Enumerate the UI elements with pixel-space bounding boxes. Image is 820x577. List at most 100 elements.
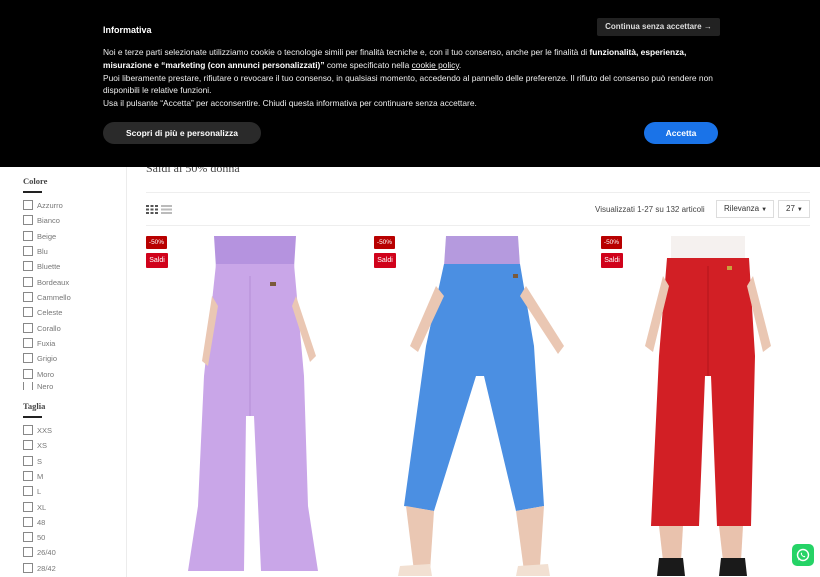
checkbox[interactable]: [23, 547, 33, 557]
accept-button[interactable]: Accetta: [644, 122, 718, 144]
results-count: Visualizzati 1-27 su 132 articoli: [595, 205, 705, 214]
product-card[interactable]: -50% Saldi: [374, 236, 594, 577]
sort-select[interactable]: Rilevanza ▼: [716, 200, 774, 218]
filter-option-color[interactable]: Beige: [23, 230, 56, 242]
filter-option-color[interactable]: Bluette: [23, 260, 60, 272]
checkbox[interactable]: [23, 486, 33, 496]
filter-option-color[interactable]: Blu: [23, 245, 48, 257]
filter-option-size[interactable]: XXS: [23, 424, 52, 436]
checkbox[interactable]: [23, 532, 33, 542]
whatsapp-glyph: [796, 548, 810, 562]
filter-option-label: 28/42: [37, 563, 56, 573]
filter-title-underline: [23, 191, 42, 193]
filter-option-label: M: [37, 471, 44, 481]
checkbox[interactable]: [23, 382, 33, 390]
cookie-banner-text: Noi e terze parti selezionate utilizziam…: [103, 46, 713, 110]
cookie-text-intro: Noi e terze parti selezionate utilizziam…: [103, 47, 590, 57]
sale-badge: Saldi: [374, 253, 396, 268]
product-image[interactable]: [374, 236, 594, 577]
checkbox[interactable]: [23, 246, 33, 256]
product-listing: Saldi al 50% donna Visualizzati 1-27 su …: [127, 161, 820, 577]
filter-option-color[interactable]: Nero: [23, 382, 53, 390]
checkbox[interactable]: [23, 425, 33, 435]
filter-option-label: L: [37, 486, 42, 496]
discount-badge: -50%: [146, 236, 167, 249]
filter-option-label: 26/40: [37, 547, 56, 557]
cookie-text-mid: come specificato nella: [324, 59, 412, 70]
filter-option-color[interactable]: Cammello: [23, 291, 71, 303]
discount-badge: -50%: [374, 236, 395, 249]
filter-option-label: Beige: [37, 231, 57, 241]
filter-option-label: Corallo: [37, 323, 61, 333]
filter-option-label: Bluette: [37, 261, 61, 271]
checkbox[interactable]: [23, 323, 33, 333]
filter-option-size[interactable]: 28/42: [23, 562, 56, 574]
cookie-policy-link[interactable]: cookie policy: [412, 60, 459, 70]
checkbox[interactable]: [23, 338, 33, 348]
checkbox[interactable]: [23, 369, 33, 379]
checkbox[interactable]: [23, 261, 33, 271]
list-view-icon[interactable]: [161, 205, 172, 214]
product-image[interactable]: [146, 236, 366, 577]
filter-option-label: 50: [37, 532, 46, 542]
checkbox[interactable]: [23, 502, 33, 512]
learn-more-customize-button[interactable]: Scopri di più e personalizza: [103, 122, 261, 144]
filter-option-size[interactable]: 48: [23, 516, 45, 528]
filter-option-label: Nero: [37, 382, 54, 390]
filter-option-label: 48: [37, 517, 46, 527]
filter-option-size[interactable]: S: [23, 455, 42, 467]
cookie-banner-title: Informativa: [103, 25, 152, 35]
filter-option-color[interactable]: Azzurro: [23, 199, 63, 211]
continue-without-accepting-button[interactable]: Continua senza accettare →: [597, 18, 720, 36]
filter-option-color[interactable]: Bordeaux: [23, 276, 69, 288]
filter-title-underline: [23, 416, 42, 418]
cookie-text-period: .: [458, 59, 462, 70]
checkbox[interactable]: [23, 307, 33, 317]
sale-badge: Saldi: [146, 253, 168, 268]
cookie-text-consent: Puoi liberamente prestare, rifiutare o r…: [103, 72, 713, 96]
checkbox[interactable]: [23, 471, 33, 481]
filter-option-label: XL: [37, 502, 47, 512]
whatsapp-icon[interactable]: [792, 544, 814, 566]
sort-select-value: Rilevanza: [724, 204, 760, 213]
filter-option-size[interactable]: 26/40: [23, 546, 56, 558]
per-page-select[interactable]: 27 ▼: [778, 200, 810, 218]
grid-view-icon[interactable]: [146, 205, 158, 214]
checkbox[interactable]: [23, 563, 33, 573]
filter-option-color[interactable]: Fuxia: [23, 337, 55, 349]
filter-option-size[interactable]: M: [23, 470, 43, 482]
filter-option-color[interactable]: Celeste: [23, 306, 62, 318]
checkbox[interactable]: [23, 440, 33, 450]
filter-option-label: XXS: [37, 425, 53, 435]
filter-option-size[interactable]: XL: [23, 501, 46, 513]
divider: [146, 192, 810, 193]
filter-option-color[interactable]: Corallo: [23, 322, 61, 334]
checkbox[interactable]: [23, 200, 33, 210]
cookie-text-accept-hint: Usa il pulsante “Accetta” per acconsenti…: [103, 98, 477, 109]
cookie-banner: Informativa Continua senza accettare → N…: [0, 0, 820, 167]
filter-option-label: Bianco: [37, 215, 60, 225]
product-card[interactable]: -50% Saldi: [601, 236, 820, 577]
product-image[interactable]: [601, 236, 820, 577]
checkbox[interactable]: [23, 353, 33, 363]
discount-badge: -50%: [601, 236, 622, 249]
filter-option-label: Cammello: [37, 292, 71, 302]
checkbox[interactable]: [23, 292, 33, 302]
filter-option-size[interactable]: XS: [23, 439, 47, 451]
chevron-down-icon: ▼: [761, 207, 768, 213]
filter-option-label: S: [37, 456, 43, 466]
product-card[interactable]: -50% Saldi: [146, 236, 366, 577]
filter-option-color[interactable]: Moro: [23, 368, 54, 380]
filter-option-color[interactable]: Grigio: [23, 352, 57, 364]
chevron-down-icon: ▼: [796, 207, 803, 213]
checkbox[interactable]: [23, 215, 33, 225]
checkbox[interactable]: [23, 277, 33, 287]
checkbox[interactable]: [23, 231, 33, 241]
filter-option-label: Fuxia: [37, 338, 56, 348]
filter-option-size[interactable]: 50: [23, 531, 45, 543]
filter-option-size[interactable]: L: [23, 485, 41, 497]
filter-option-color[interactable]: Bianco: [23, 214, 60, 226]
checkbox[interactable]: [23, 517, 33, 527]
checkbox[interactable]: [23, 456, 33, 466]
filter-option-label: Azzurro: [37, 200, 63, 210]
